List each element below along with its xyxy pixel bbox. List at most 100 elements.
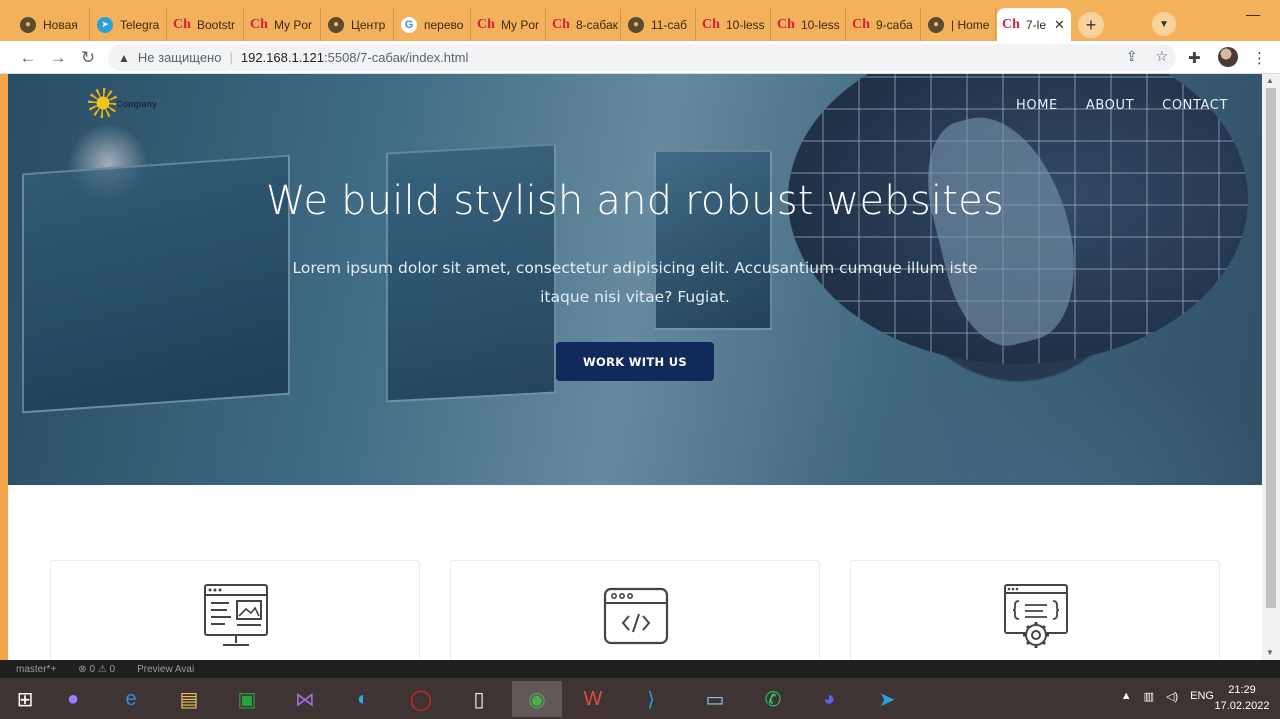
reload-icon[interactable]: ↻ xyxy=(76,46,100,70)
network-icon[interactable]: ▥ xyxy=(1144,690,1154,703)
clock[interactable]: 21:29 17.02.2022 xyxy=(1212,682,1272,714)
windows-taskbar: ⊞ ● e ▤ ▣ ⋈ ◐ ◯ ▯ ◉ W ⟩ ▭ ✆ ◕ ➤ ▲ ▥ ◁) E… xyxy=(0,678,1280,719)
language-indicator[interactable]: ENG xyxy=(1190,690,1214,703)
telegram-icon[interactable]: ➤ xyxy=(862,681,912,717)
screen-icon[interactable]: ▭ xyxy=(690,681,740,717)
url-path: :5508/7-сабак/index.html xyxy=(324,50,469,65)
scroll-up-icon[interactable]: ▲ xyxy=(1266,76,1274,85)
nav-home[interactable]: HOME xyxy=(1016,98,1058,113)
tab-label: перево xyxy=(424,17,464,32)
site-logo[interactable]: Company xyxy=(88,88,157,118)
warning-icon: ▲ xyxy=(118,50,130,65)
scroll-down-icon[interactable]: ▼ xyxy=(1266,648,1274,657)
store-icon[interactable]: ▣ xyxy=(222,681,272,717)
features-row xyxy=(50,560,1220,660)
avatar[interactable] xyxy=(1218,47,1238,67)
chevron-down-icon[interactable]: ▼ xyxy=(1152,12,1176,36)
code-window-icon xyxy=(603,587,669,645)
tab-2[interactable]: Ch Bootstr xyxy=(168,8,244,41)
globe-icon: ● xyxy=(628,16,644,33)
tab-label: Telegra xyxy=(120,17,160,32)
feature-card xyxy=(850,560,1220,660)
windows-start-icon[interactable]: ⊞ xyxy=(0,681,50,717)
tab-10[interactable]: Ch 10-less xyxy=(772,8,846,41)
ch-icon: Ch xyxy=(702,16,720,32)
extensions-icon[interactable]: ✚ xyxy=(1188,49,1201,67)
chrome-icon: ● xyxy=(20,16,36,33)
tab-active[interactable]: Ch 7-le ✕ xyxy=(997,8,1071,41)
file-icon[interactable]: ▯ xyxy=(454,681,504,717)
forward-icon[interactable]: → xyxy=(46,46,70,70)
settings-window-icon xyxy=(1004,584,1068,648)
problems-label[interactable]: ⊗ 0 ⚠ 0 xyxy=(78,664,115,675)
internet-explorer-icon[interactable]: e xyxy=(106,681,156,717)
work-with-us-button[interactable]: WORK WITH US xyxy=(556,342,714,381)
tab-12[interactable]: ● | Home xyxy=(922,8,996,41)
ch-icon: Ch xyxy=(477,16,495,32)
google-icon: G xyxy=(401,16,417,33)
tab-11[interactable]: Ch 9-саба xyxy=(847,8,921,41)
tab-label: | Home xyxy=(951,17,990,32)
feature-card xyxy=(50,560,420,660)
tab-5[interactable]: G перево xyxy=(395,8,471,41)
not-secure-label: Не защищено xyxy=(137,50,222,65)
tab-6[interactable]: Ch My Por xyxy=(472,8,546,41)
tab-label: 9-саба xyxy=(876,17,913,32)
tab-7[interactable]: Ch 8-сабак xyxy=(547,8,621,41)
globe-icon: ● xyxy=(928,16,944,33)
sun-logo-icon xyxy=(88,88,118,118)
web-design-icon xyxy=(204,584,268,646)
feature-card xyxy=(450,560,820,660)
ch-icon: Ch xyxy=(250,16,268,32)
tray-chevron-icon[interactable]: ▲ xyxy=(1121,690,1132,703)
tab-8[interactable]: ● 11-саб xyxy=(622,8,696,41)
tab-label: My Por xyxy=(501,17,540,32)
minimize-icon[interactable]: — xyxy=(1233,0,1273,28)
visual-studio-icon[interactable]: ⋈ xyxy=(280,681,330,717)
edge-icon[interactable]: ◐ xyxy=(338,681,388,717)
web-page: Company HOME ABOUT CONTACT We build styl… xyxy=(8,74,1262,660)
address-bar[interactable]: ▲ Не защищено | 192.168.1.121 :5508/7-са… xyxy=(108,44,1176,71)
telegram-icon: ➤ xyxy=(97,16,113,33)
branch-label[interactable]: master*+ xyxy=(16,664,56,675)
tab-label: 11-саб xyxy=(651,17,687,32)
close-tab-icon[interactable]: ✕ xyxy=(1054,17,1065,33)
whatsapp-icon[interactable]: ✆ xyxy=(748,681,798,717)
star-icon[interactable]: ☆ xyxy=(1155,48,1168,65)
ch-icon: Ch xyxy=(552,16,570,32)
tab-strip: ● Новая ➤ Telegra Ch Bootstr Ch My Por ●… xyxy=(0,0,1280,41)
ch-icon: Ch xyxy=(852,16,870,32)
site-nav: HOME ABOUT CONTACT xyxy=(1016,98,1228,113)
tab-4[interactable]: ● Центр xyxy=(322,8,394,41)
globe-icon: ● xyxy=(328,16,344,33)
hero-subtitle: Lorem ipsum dolor sit amet, consectetur … xyxy=(292,259,978,306)
system-tray: ▲ ▥ ◁) ENG xyxy=(1121,690,1214,703)
scrollbar-thumb[interactable] xyxy=(1266,88,1276,608)
new-tab-button[interactable]: + xyxy=(1078,12,1104,38)
volume-icon[interactable]: ◁) xyxy=(1166,690,1178,703)
tab-label: My Por xyxy=(274,17,313,32)
tab-label: 10-less xyxy=(801,17,840,32)
share-icon[interactable]: ⇪ xyxy=(1126,48,1138,65)
tab-3[interactable]: Ch My Por xyxy=(245,8,321,41)
tab-0[interactable]: ● Новая xyxy=(14,8,90,41)
chrome-icon[interactable]: ◉ xyxy=(512,681,562,717)
opera-icon[interactable]: ◯ xyxy=(396,681,446,717)
preview-label[interactable]: Preview Avai xyxy=(137,664,194,675)
vscode-icon[interactable]: ⟩ xyxy=(626,681,676,717)
divider: | xyxy=(229,50,233,65)
nav-contact[interactable]: CONTACT xyxy=(1162,98,1228,113)
clock-date: 17.02.2022 xyxy=(1214,700,1270,712)
alice-icon[interactable]: ● xyxy=(48,681,98,717)
browser-window: ● Новая ➤ Telegra Ch Bootstr Ch My Por ●… xyxy=(0,0,1280,719)
file-explorer-icon[interactable]: ▤ xyxy=(164,681,214,717)
back-icon[interactable]: ← xyxy=(16,46,40,70)
menu-icon[interactable]: ⋮ xyxy=(1252,49,1267,67)
discord-icon[interactable]: ◕ xyxy=(804,681,854,717)
tab-9[interactable]: Ch 10-less xyxy=(697,8,771,41)
nav-about[interactable]: ABOUT xyxy=(1086,98,1134,113)
opera-gx-icon[interactable]: W xyxy=(568,681,618,717)
tab-label: 8-сабак xyxy=(576,17,618,32)
tab-1[interactable]: ➤ Telegra xyxy=(91,8,167,41)
page-scrollbar[interactable]: ▲ ▼ xyxy=(1262,74,1280,660)
